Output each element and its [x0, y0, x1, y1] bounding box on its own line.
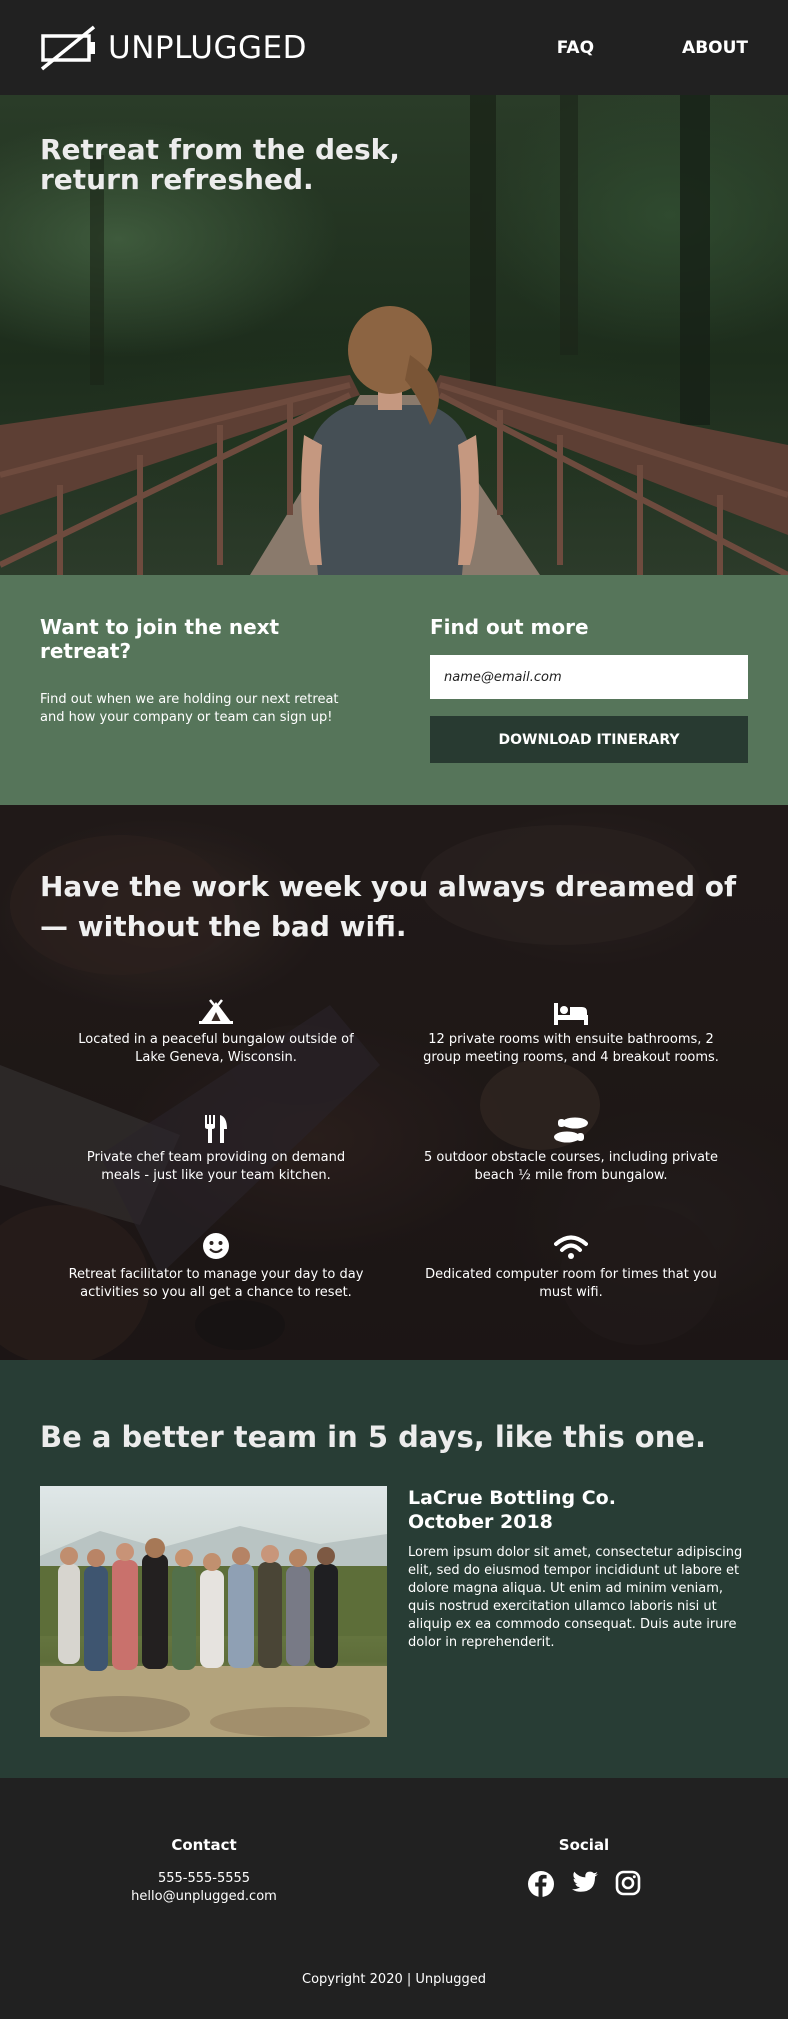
- feature-text: Dedicated computer room for times that y…: [425, 1267, 717, 1300]
- instagram-icon[interactable]: [615, 1870, 641, 1896]
- feature-text: Retreat facilitator to manage your day t…: [68, 1267, 364, 1300]
- twitter-icon[interactable]: [571, 1870, 599, 1896]
- nav-link-faq[interactable]: FAQ: [557, 38, 594, 58]
- feature-item: Private chef team providing on demand me…: [66, 1113, 366, 1185]
- signup-section: Want to join the next retreat? Find out …: [0, 575, 788, 805]
- form-heading: Find out more: [430, 615, 589, 639]
- site-header: UNPLUGGED FAQ ABOUT: [0, 0, 788, 95]
- site-footer: Contact 555-555-5555 hello@unplugged.com…: [0, 1778, 788, 2019]
- social-icons: [434, 1870, 734, 1898]
- contact-email[interactable]: hello@unplugged.com: [54, 1888, 354, 1906]
- team-title: Be a better team in 5 days, like this on…: [40, 1420, 707, 1454]
- footer-contact: Contact 555-555-5555 hello@unplugged.com: [54, 1836, 354, 1906]
- bed-icon: [554, 1003, 588, 1025]
- email-input[interactable]: [430, 655, 748, 699]
- features-section: Have the work week you always dreamed of…: [0, 805, 788, 1360]
- main-nav: FAQ ABOUT: [557, 0, 748, 95]
- shoe-prints-icon: [554, 1117, 588, 1143]
- brand-name: UNPLUGGED: [108, 29, 307, 66]
- hero-title: Retreat from the desk, return refreshed.: [40, 133, 400, 196]
- download-itinerary-button[interactable]: DOWNLOAD ITINERARY: [430, 716, 748, 763]
- facebook-icon[interactable]: [527, 1870, 555, 1898]
- unplugged-battery-icon: [40, 25, 96, 70]
- footer-social: Social: [434, 1836, 734, 1898]
- logo[interactable]: UNPLUGGED: [40, 25, 307, 71]
- feature-item: Dedicated computer room for times that y…: [421, 1230, 721, 1302]
- hero-section: Retreat from the desk, return refreshed.: [0, 95, 788, 575]
- nav-link-about[interactable]: ABOUT: [682, 38, 748, 58]
- feature-item: 5 outdoor obstacle courses, including pr…: [421, 1113, 721, 1185]
- signup-text: Find out when we are holding our next re…: [40, 692, 339, 725]
- features-title: Have the work week you always dreamed of…: [40, 870, 737, 943]
- feature-item: 12 private rooms with ensuite bathrooms,…: [421, 995, 721, 1067]
- contact-heading: Contact: [171, 1836, 237, 1854]
- feature-text: 5 outdoor obstacle courses, including pr…: [423, 1150, 719, 1183]
- utensils-icon: [205, 1115, 227, 1143]
- feature-item: Retreat facilitator to manage your day t…: [66, 1230, 366, 1302]
- contact-phone[interactable]: 555-555-5555: [54, 1870, 354, 1888]
- team-photo: [40, 1486, 387, 1737]
- wifi-icon: [554, 1235, 588, 1259]
- signup-form: Find out more DOWNLOAD ITINERARY: [430, 615, 748, 763]
- campground-icon: [199, 999, 233, 1024]
- social-heading: Social: [558, 1836, 610, 1854]
- team-text: Lorem ipsum dolor sit amet, consectetur …: [408, 1545, 743, 1650]
- team-date: October 2018: [408, 1511, 553, 1533]
- feature-item: Located in a peaceful bungalow outside o…: [66, 995, 366, 1067]
- feature-text: Private chef team providing on demand me…: [86, 1150, 346, 1183]
- team-info: LaCrue Bottling Co. October 2018 Lorem i…: [408, 1486, 748, 1652]
- signup-info: Want to join the next retreat? Find out …: [40, 615, 340, 727]
- feature-text: 12 private rooms with ensuite bathrooms,…: [423, 1032, 719, 1065]
- feature-text: Located in a peaceful bungalow outside o…: [78, 1032, 354, 1065]
- smile-icon: [203, 1233, 229, 1259]
- signup-heading: Want to join the next retreat?: [40, 615, 280, 663]
- team-section: Be a better team in 5 days, like this on…: [0, 1360, 788, 1778]
- team-company: LaCrue Bottling Co.: [408, 1487, 616, 1509]
- copyright: Copyright 2020 | Unplugged: [302, 1972, 486, 1987]
